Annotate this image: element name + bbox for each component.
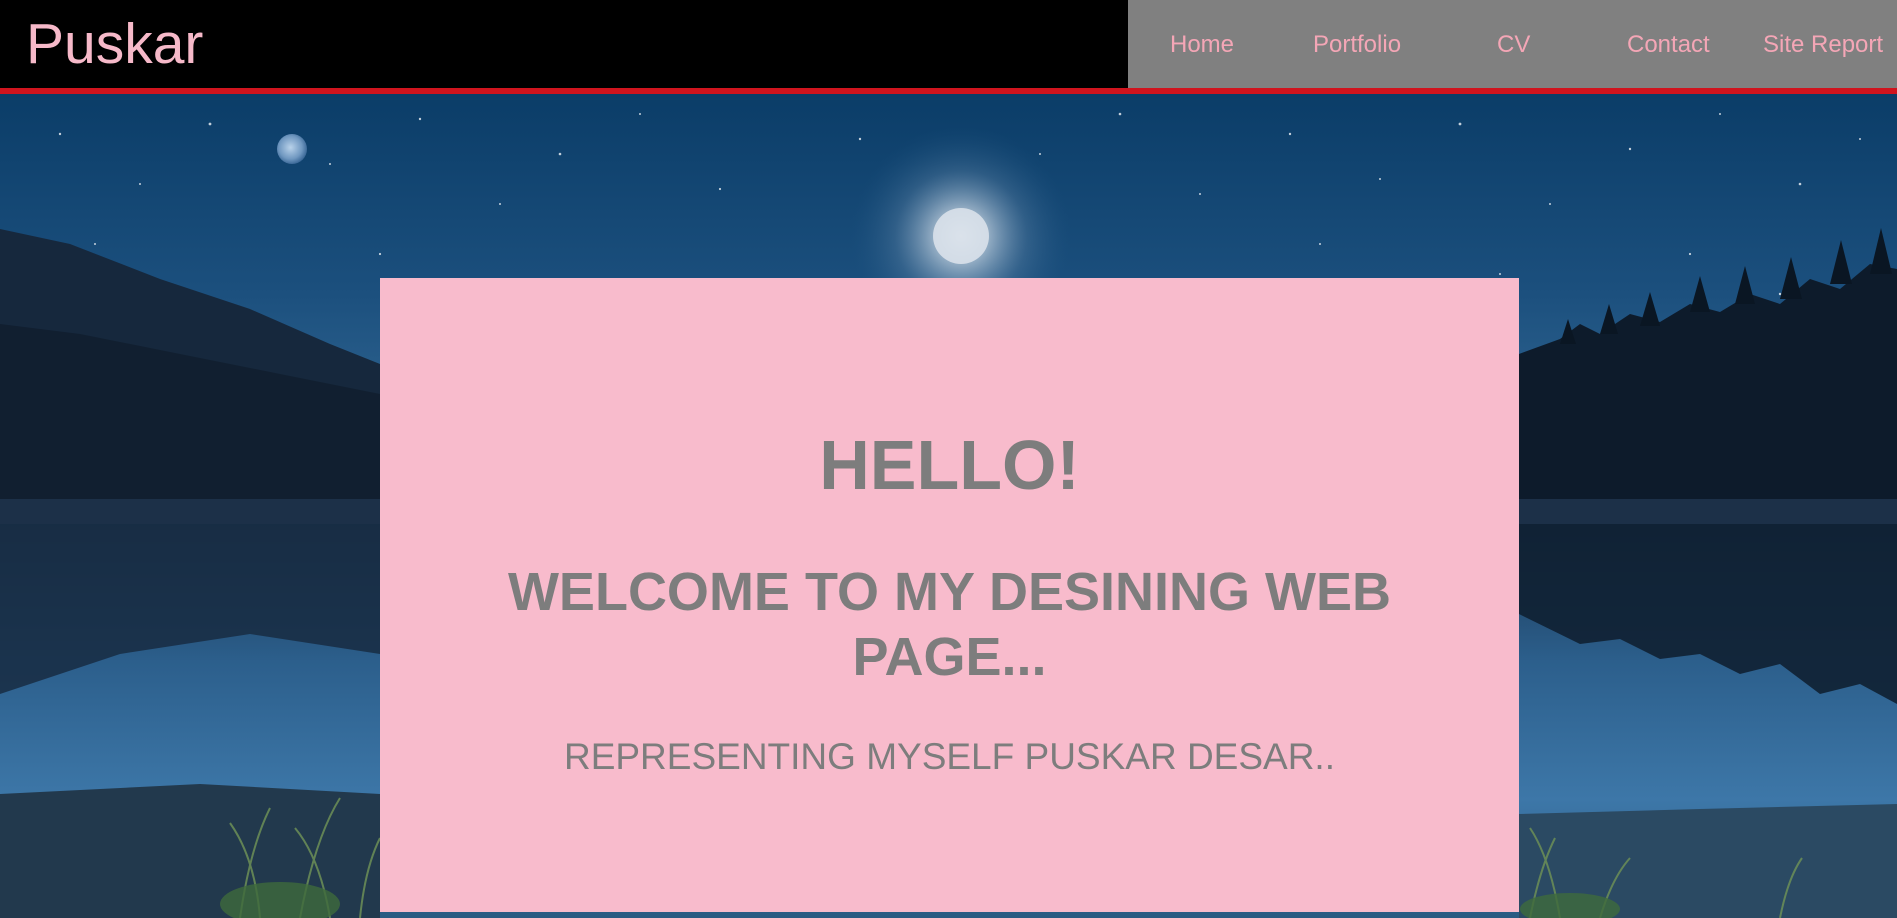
header-accent-bar [0,88,1897,94]
hero-subtitle-line-2: PAGE... [852,627,1047,687]
site-header: Puskar Home Portfolio CV Contact Site Re… [0,0,1897,88]
welcome-card: HELLO! WELCOME TO MY DESINING WEB PAGE..… [380,278,1519,912]
nav-link-cv[interactable]: CV [1497,31,1530,59]
nav-link-site-report[interactable]: Site Report [1763,31,1883,59]
nav-link-contact[interactable]: Contact [1627,31,1710,59]
nav-link-portfolio[interactable]: Portfolio [1313,31,1401,59]
hero-subtitle-line-1: WELCOME TO MY DESINING WEB [507,562,1392,622]
hero-title: HELLO! [819,426,1080,504]
main-nav: Home Portfolio CV Contact Site Report [1128,0,1897,88]
hero-tagline: REPRESENTING MYSELF PUSKAR DESAR.. [563,736,1335,777]
nav-link-home[interactable]: Home [1170,31,1234,59]
site-logo-text[interactable]: Puskar [26,12,203,76]
hero-subtitle: WELCOME TO MY DESINING WEB PAGE... [380,560,1519,690]
